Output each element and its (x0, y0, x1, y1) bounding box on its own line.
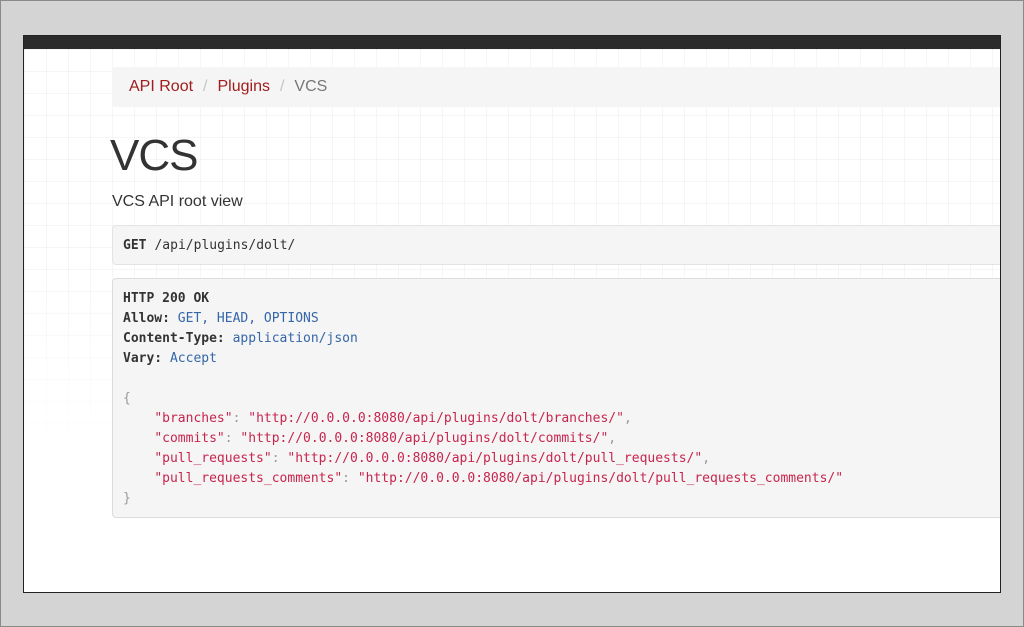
breadcrumb-plugins[interactable]: Plugins (217, 78, 269, 96)
request-path: /api/plugins/dolt/ (154, 237, 296, 253)
breadcrumb-current: VCS (294, 78, 328, 95)
response-header-vary: Vary: Accept (123, 351, 217, 366)
json-entry-pull-requests: "pull_requests": "http://0.0.0.0:8080/ap… (154, 451, 711, 466)
branches-link[interactable]: "http://0.0.0.0:8080/api/plugins/dolt/br… (248, 411, 624, 426)
browser-window: API Root / Plugins / VCS VCS VCS API roo… (23, 35, 1001, 593)
response-header-content-type: Content-Type: application/json (123, 331, 358, 346)
page-description: VCS API root view (112, 193, 243, 210)
json-entry-pull-requests-comments: "pull_requests_comments": "http://0.0.0.… (154, 471, 844, 486)
json-open-brace: { (123, 391, 131, 406)
page-title: VCS (110, 131, 198, 180)
pull-requests-link[interactable]: "http://0.0.0.0:8080/api/plugins/dolt/pu… (287, 451, 702, 466)
request-method: GET (123, 237, 147, 253)
breadcrumb-api-root[interactable]: API Root (129, 78, 193, 96)
response-info: HTTP 200 OK Allow: GET, HEAD, OPTIONS Co… (112, 278, 1000, 518)
breadcrumb: API Root / Plugins / VCS (112, 67, 1000, 107)
breadcrumb-separator: / (279, 78, 285, 95)
json-close-brace: } (123, 491, 131, 506)
top-navbar (24, 36, 1000, 49)
commits-link[interactable]: "http://0.0.0.0:8080/api/plugins/dolt/co… (240, 431, 608, 446)
json-entry-branches: "branches": "http://0.0.0.0:8080/api/plu… (154, 411, 632, 426)
request-info: GET /api/plugins/dolt/ (112, 225, 1000, 265)
pull-requests-comments-link[interactable]: "http://0.0.0.0:8080/api/plugins/dolt/pu… (358, 471, 843, 486)
breadcrumb-separator: / (203, 78, 208, 95)
page-content: API Root / Plugins / VCS VCS VCS API roo… (24, 49, 1000, 592)
response-status: HTTP 200 OK (123, 291, 210, 306)
json-entry-commits: "commits": "http://0.0.0.0:8080/api/plug… (154, 431, 617, 446)
response-header-allow: Allow: GET, HEAD, OPTIONS (123, 311, 319, 326)
